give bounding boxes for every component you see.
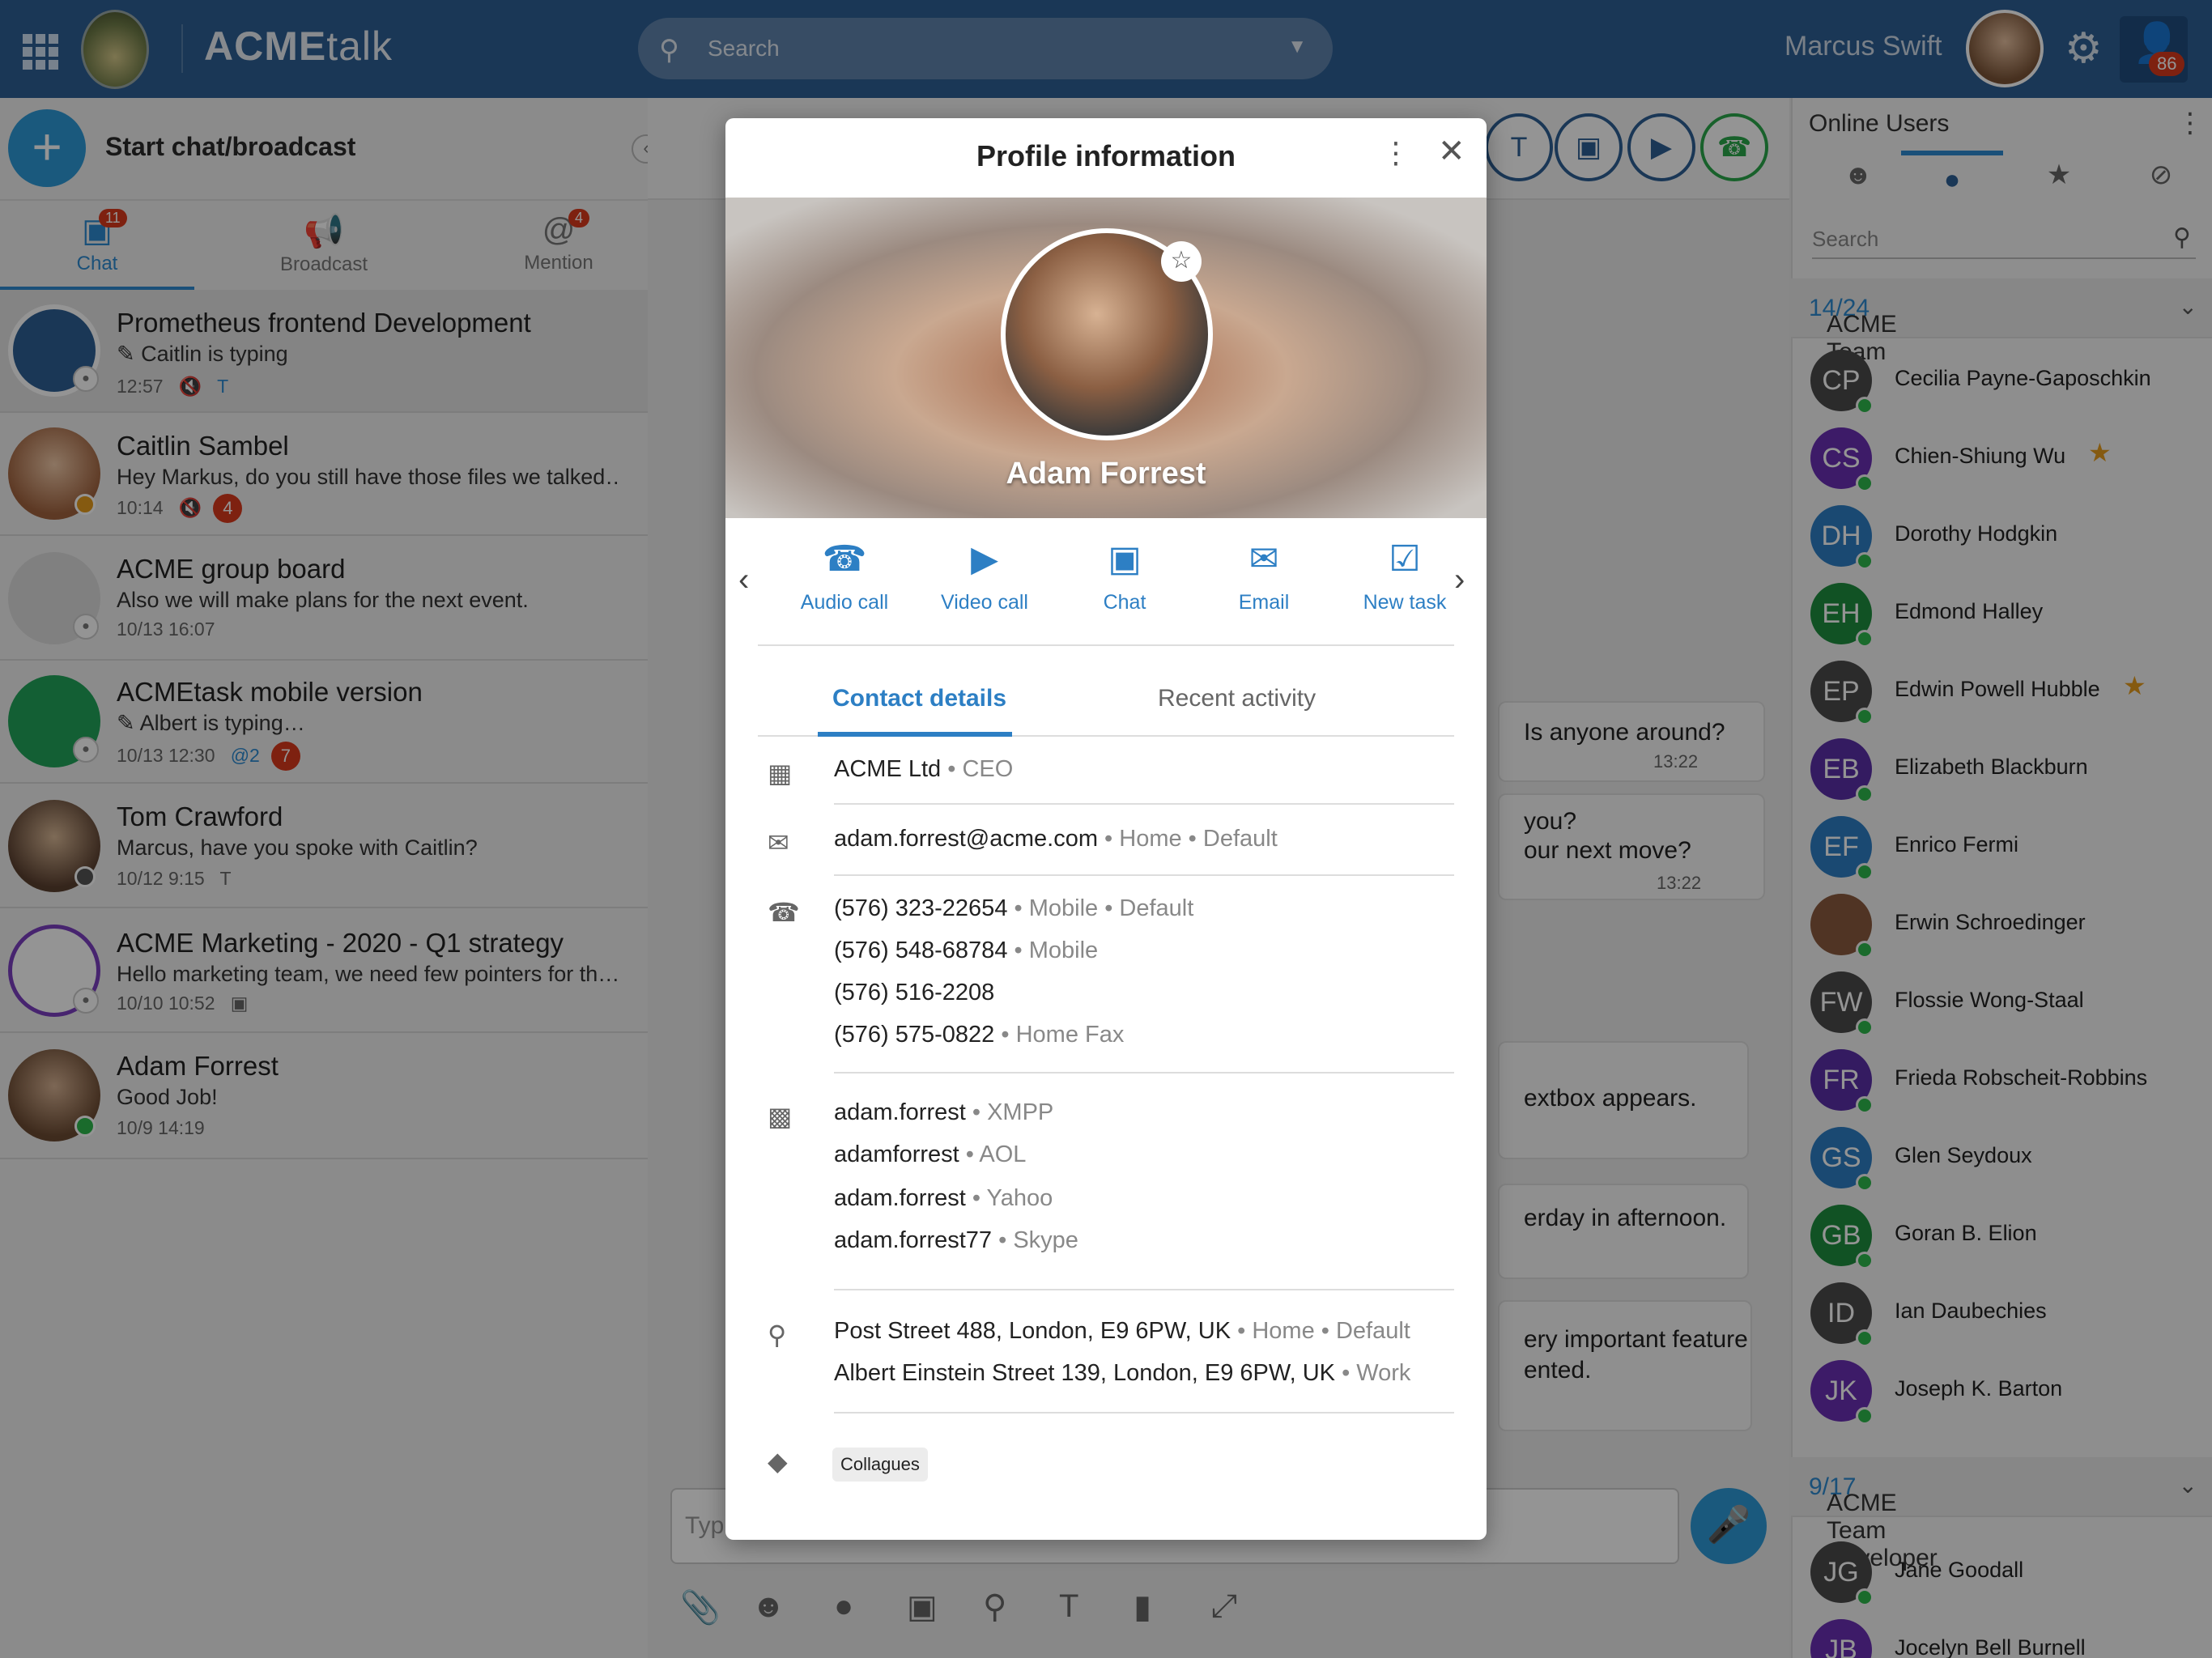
address-line[interactable]: Albert Einstein Street 139, London, E9 6…	[834, 1360, 1410, 1387]
phone-icon: ☎	[822, 539, 867, 579]
company-line: ACME Ltd • CEO	[834, 756, 1014, 782]
profile-tabs: Contact details Recent activity	[758, 669, 1454, 737]
divider	[834, 1412, 1454, 1414]
im-line[interactable]: adam.forrest • Yahoo	[834, 1185, 1053, 1212]
phone-icon: ☎	[768, 898, 800, 927]
audio-call-action[interactable]: ☎ Audio call	[784, 539, 905, 614]
phone-line[interactable]: (576) 516-2208	[834, 980, 994, 1006]
divider	[834, 1072, 1454, 1073]
phone-line[interactable]: (576) 548-68784 • Mobile	[834, 937, 1098, 964]
task-check-icon: ☑	[1389, 539, 1421, 579]
divider	[834, 803, 1454, 805]
video-call-action[interactable]: ▶ Video call	[924, 539, 1045, 614]
tag-icon: ◆	[768, 1447, 788, 1476]
phone-line[interactable]: (576) 575-0822 • Home Fax	[834, 1022, 1124, 1048]
favorite-star-icon[interactable]: ☆	[1161, 241, 1202, 282]
dialog-title: Profile information	[976, 139, 1236, 172]
tab-contact-details[interactable]: Contact details	[832, 685, 1006, 712]
address-line[interactable]: Post Street 488, London, E9 6PW, UK • Ho…	[834, 1318, 1410, 1345]
im-line[interactable]: adam.forrest77 • Skype	[834, 1227, 1078, 1254]
divider	[758, 644, 1454, 646]
profile-actions: ‹ ☎ Audio call ▶ Video call ▣ Chat ✉ Ema…	[725, 518, 1487, 644]
im-line[interactable]: adam.forrest • XMPP	[834, 1099, 1053, 1126]
phone-line[interactable]: (576) 323-22654 • Mobile • Default	[834, 895, 1193, 922]
new-task-action[interactable]: ☑ New task	[1344, 539, 1465, 614]
profile-dialog: Profile information ⋮ ✕ ☆ Adam Forrest ‹…	[725, 118, 1487, 1540]
profile-hero: ☆ Adam Forrest	[725, 198, 1487, 518]
message-icon: ▩	[768, 1102, 793, 1131]
video-camera-icon: ▶	[971, 539, 998, 579]
close-icon[interactable]: ✕	[1438, 133, 1465, 170]
im-line[interactable]: adamforrest • AOL	[834, 1141, 1026, 1168]
email-line[interactable]: adam.forrest@acme.com • Home • Default	[834, 826, 1278, 852]
location-pin-icon: ⚲	[768, 1320, 787, 1350]
email-action[interactable]: ✉ Email	[1203, 539, 1325, 614]
more-vert-icon[interactable]: ⋮	[1381, 136, 1410, 170]
tab-recent-activity[interactable]: Recent activity	[1158, 685, 1316, 712]
active-tab-indicator	[818, 732, 1012, 737]
chevron-left-icon[interactable]: ‹	[738, 562, 749, 598]
contact-tag[interactable]: Collagues	[832, 1448, 928, 1482]
divider	[834, 1289, 1454, 1290]
chat-bubble-icon: ▣	[1108, 539, 1142, 579]
email-icon: ✉	[1249, 539, 1279, 579]
chat-action[interactable]: ▣ Chat	[1064, 539, 1185, 614]
building-icon: ▦	[768, 759, 793, 788]
profile-name: Adam Forrest	[1006, 457, 1206, 491]
email-icon: ✉	[768, 828, 789, 857]
divider	[834, 874, 1454, 876]
chevron-right-icon[interactable]: ›	[1454, 562, 1465, 598]
